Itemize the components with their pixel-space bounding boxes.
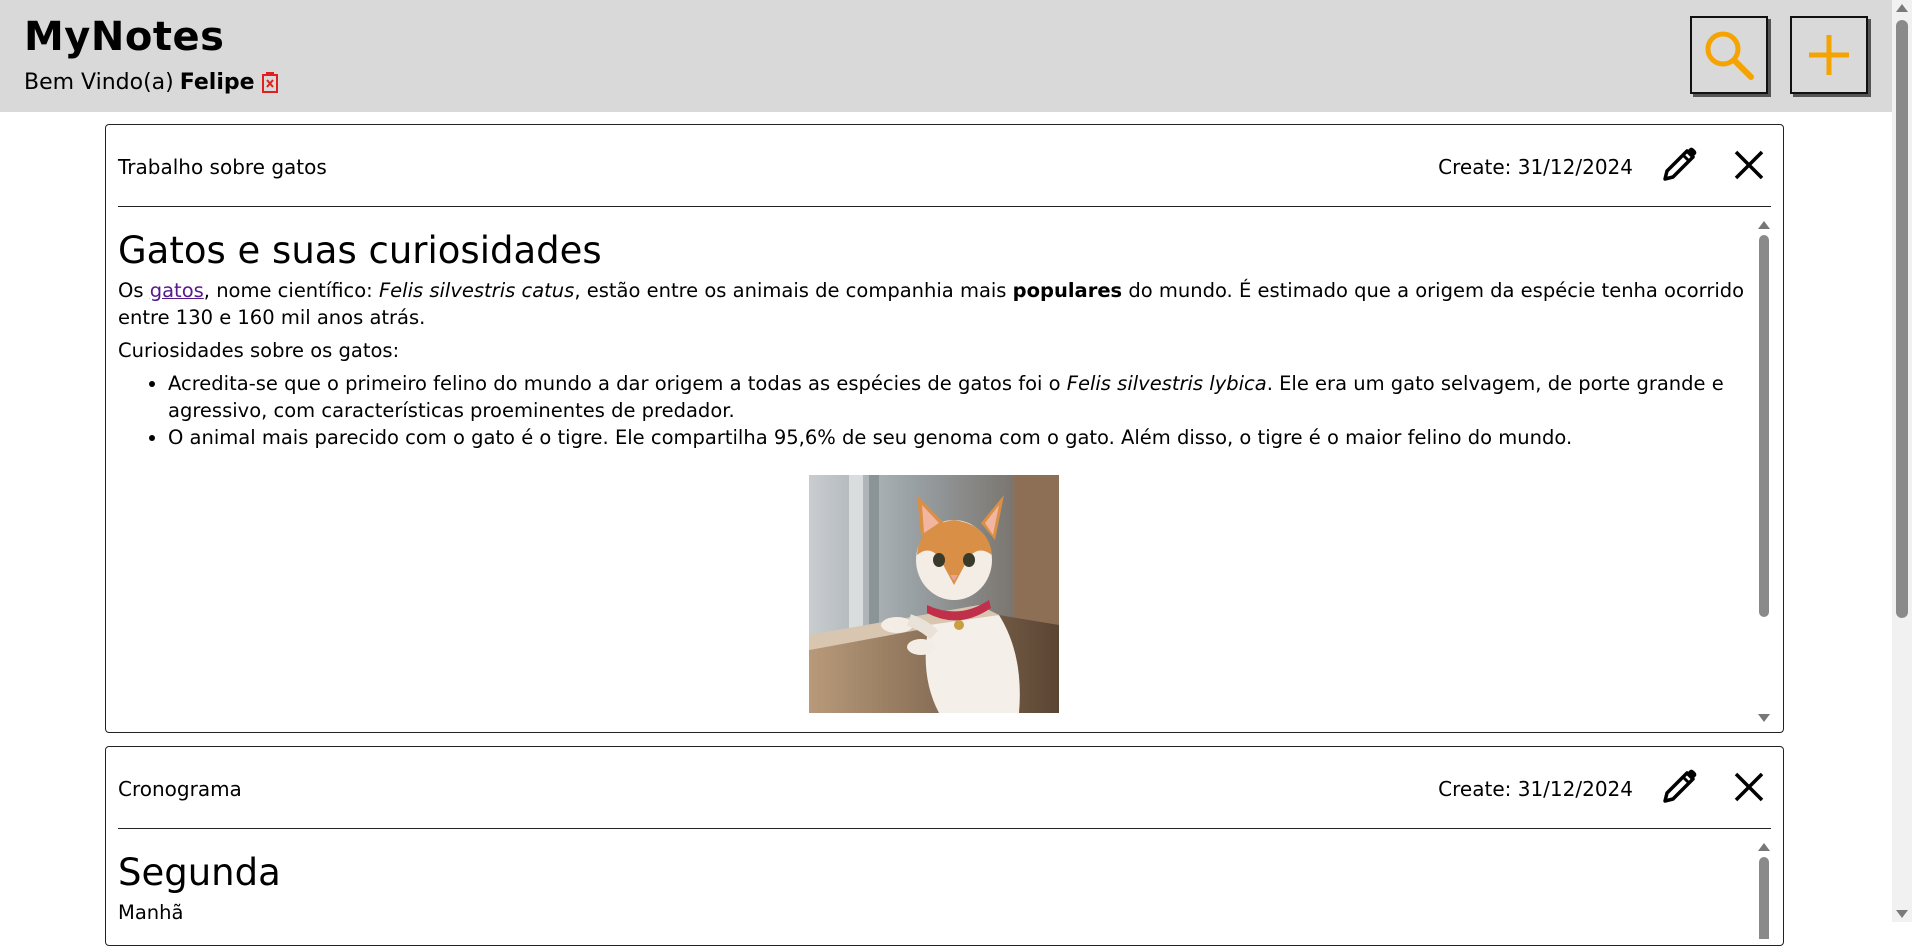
welcome-message: Bem Vindo(a) Felipe [24,70,281,95]
note-body: Segunda Manhã [118,839,1771,939]
scroll-up-icon[interactable] [1758,843,1770,851]
scroll-thumb[interactable] [1896,20,1908,618]
delete-button[interactable] [1727,765,1771,809]
list-item: Acredita-se que o primeiro felino do mun… [168,370,1749,424]
note-body: Gatos e suas curiosidades Os gatos, nome… [118,217,1771,726]
note-scrollbar[interactable] [1757,839,1771,939]
note-heading: Gatos e suas curiosidades [118,229,602,272]
cat-image [808,475,1059,713]
page-scrollbar[interactable] [1892,0,1912,922]
scroll-thumb[interactable] [1759,235,1769,617]
edit-button[interactable] [1657,143,1701,187]
app-title: MyNotes [24,14,225,60]
logout-icon[interactable] [261,71,281,94]
note-date: Create: 31/12/2024 [1438,777,1633,801]
curiosity-list: Acredita-se que o primeiro felino do mun… [118,370,1749,451]
pencil-icon [1663,769,1697,803]
edit-button[interactable] [1657,765,1701,809]
note-paragraph: Os gatos, nome científico: Felis silvest… [118,279,1745,329]
plus-icon [1809,35,1849,75]
welcome-prefix: Bem Vindo(a) [24,70,174,95]
note-heading: Segunda [118,851,281,894]
search-button[interactable] [1690,16,1768,94]
scroll-up-icon[interactable] [1758,221,1770,229]
note-title: Trabalho sobre gatos [118,155,327,179]
close-icon [1734,772,1764,802]
scroll-thumb[interactable] [1759,857,1769,939]
note-content: Gatos e suas curiosidades Os gatos, nome… [118,217,1749,713]
search-icon [1705,31,1754,80]
note-card: Trabalho sobre gatos Create: 31/12/2024 … [105,124,1784,733]
note-content: Segunda Manhã [118,839,1749,926]
scroll-down-icon[interactable] [1896,910,1908,918]
pencil-icon [1663,147,1697,181]
gatos-link[interactable]: gatos [150,279,204,302]
list-item: O animal mais parecido com o gato é o ti… [168,424,1749,451]
note-card: Cronograma Create: 31/12/2024 Segunda Ma… [105,746,1784,946]
note-title: Cronograma [118,777,242,801]
note-date: Create: 31/12/2024 [1438,155,1633,179]
app-header: MyNotes Bem Vindo(a) Felipe [0,0,1892,112]
note-paragraph: Curiosidades sobre os gatos: [118,339,400,362]
scroll-down-icon[interactable] [1758,714,1770,722]
note-header: Trabalho sobre gatos Create: 31/12/2024 [118,125,1771,207]
add-note-button[interactable] [1790,16,1868,94]
note-header: Cronograma Create: 31/12/2024 [118,747,1771,829]
scroll-up-icon[interactable] [1896,4,1908,12]
close-icon [1734,150,1764,180]
delete-button[interactable] [1727,143,1771,187]
user-name: Felipe [179,70,255,95]
note-scrollbar[interactable] [1757,217,1771,726]
